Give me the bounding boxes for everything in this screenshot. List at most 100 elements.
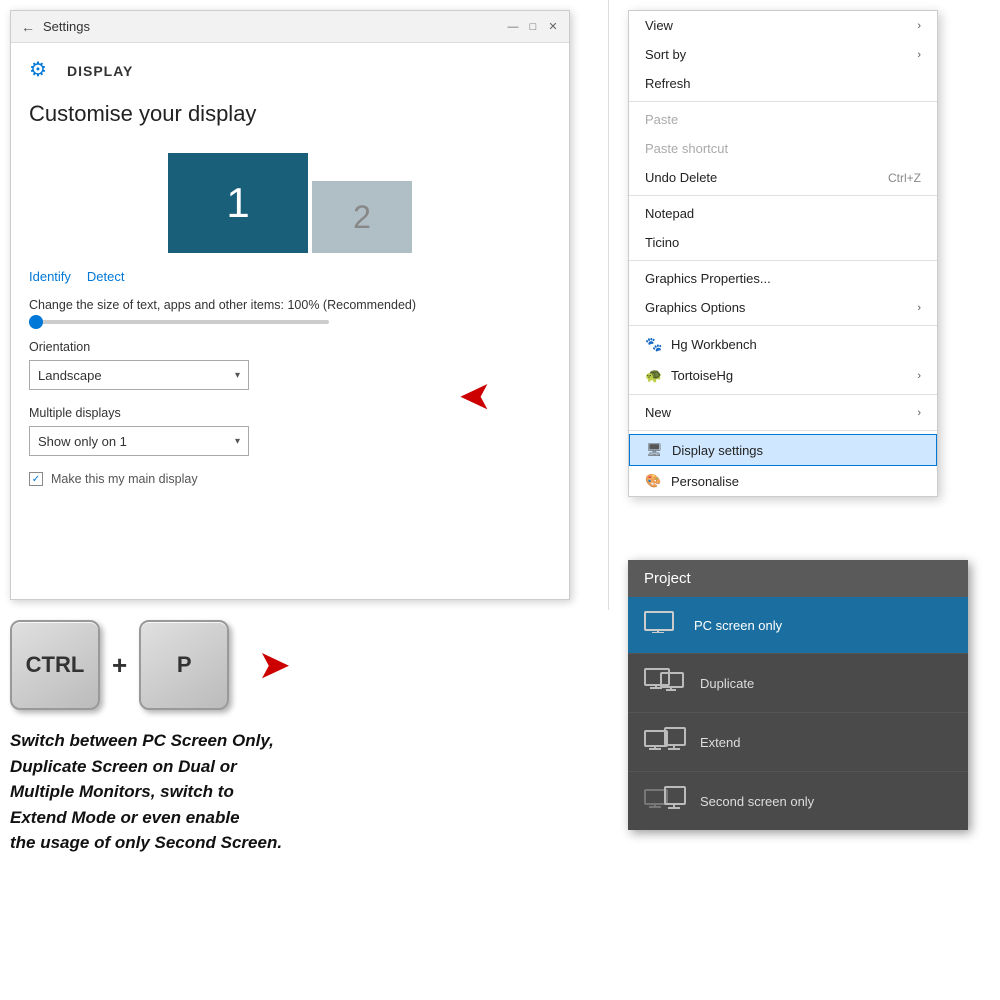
keyboard-section: CTRL + P ➤ Switch between PC Screen Only… xyxy=(10,620,570,856)
p-key-label: P xyxy=(177,652,192,678)
ctx-tortoise-left: 🐢 TortoiseHg xyxy=(645,367,733,384)
monitor-preview: 1 2 xyxy=(29,143,551,253)
close-button[interactable]: ✕ xyxy=(547,21,559,33)
project-item-duplicate[interactable]: Duplicate xyxy=(628,654,968,713)
ctx-sortby-left: Sort by xyxy=(645,47,686,62)
main-display-checkbox-row: ✓ Make this my main display xyxy=(29,472,551,486)
ctx-graphics-props-label: Graphics Properties... xyxy=(645,271,771,286)
display-header: ⚙ DISPLAY xyxy=(29,57,551,85)
orientation-dropdown[interactable]: Landscape ▾ xyxy=(29,360,249,390)
slider-track xyxy=(29,320,329,324)
second-only-label: Second screen only xyxy=(700,794,814,809)
main-display-checkbox[interactable]: ✓ xyxy=(29,472,43,486)
ctx-view-arrow: › xyxy=(917,20,921,32)
ctx-undo-shortcut: Ctrl+Z xyxy=(888,171,921,185)
context-menu-view[interactable]: View › xyxy=(629,11,937,40)
p-key[interactable]: P xyxy=(139,620,229,710)
ctx-sep-1 xyxy=(629,101,937,102)
maximize-button[interactable]: □ xyxy=(527,21,539,33)
plus-sign: + xyxy=(112,650,127,681)
red-arrow-left: ➤ xyxy=(460,375,490,417)
slider-thumb[interactable] xyxy=(29,315,43,329)
ctx-tortoise-label: TortoiseHg xyxy=(671,368,733,383)
text-size-slider[interactable] xyxy=(29,320,551,324)
orientation-dropdown-arrow: ▾ xyxy=(235,370,240,381)
ctx-new-arrow: › xyxy=(917,407,921,419)
context-menu-display-settings[interactable]: 🖥 Display settings xyxy=(629,434,937,466)
back-button[interactable]: ← xyxy=(21,19,35,35)
project-item-extend[interactable]: Extend xyxy=(628,713,968,772)
pc-only-label: PC screen only xyxy=(694,618,782,633)
second-only-icon xyxy=(644,786,686,816)
ctx-refresh-label: Refresh xyxy=(645,76,691,91)
project-item-second-only[interactable]: Second screen only xyxy=(628,772,968,830)
ctrl-key[interactable]: CTRL xyxy=(10,620,100,710)
monitor-2[interactable]: 2 xyxy=(312,181,412,253)
identify-link[interactable]: Identify xyxy=(29,269,71,284)
context-menu-paste-shortcut: Paste shortcut xyxy=(629,134,937,163)
monitor-1[interactable]: 1 xyxy=(168,153,308,253)
context-menu-ticino[interactable]: Ticino xyxy=(629,228,937,257)
context-menu-paste: Paste xyxy=(629,105,937,134)
ctx-personalise-label: Personalise xyxy=(671,474,739,489)
vertical-divider xyxy=(608,0,609,610)
multiple-displays-dropdown[interactable]: Show only on 1 ▾ xyxy=(29,426,249,456)
ctx-display-label: Display settings xyxy=(672,443,763,458)
context-menu-graphics-properties[interactable]: Graphics Properties... xyxy=(629,264,937,293)
personalise-icon: 🎨 xyxy=(645,473,665,489)
ctx-view-label: View xyxy=(645,18,673,33)
keys-row: CTRL + P ➤ xyxy=(10,620,570,710)
context-menu-refresh[interactable]: Refresh xyxy=(629,69,937,98)
multiple-displays-value: Show only on 1 xyxy=(38,434,127,449)
ctx-paste-label: Paste xyxy=(645,112,678,127)
ctx-notepad-label: Notepad xyxy=(645,206,694,221)
context-menu-new[interactable]: New › xyxy=(629,398,937,427)
ctx-hg-left: 🐾 Hg Workbench xyxy=(645,336,757,353)
ctx-sep-5 xyxy=(629,394,937,395)
extend-label: Extend xyxy=(700,735,740,750)
ctx-tortoise-arrow: › xyxy=(917,370,921,382)
context-menu-sortby[interactable]: Sort by › xyxy=(629,40,937,69)
pc-only-icon xyxy=(644,611,680,639)
ctx-sortby-arrow: › xyxy=(917,49,921,61)
settings-body: ⚙ DISPLAY Customise your display 1 2 Ide… xyxy=(11,43,569,599)
title-bar: ← Settings — □ ✕ xyxy=(11,11,569,43)
extend-icon xyxy=(644,727,686,757)
ctx-sep-6 xyxy=(629,430,937,431)
ctx-ticino-label: Ticino xyxy=(645,235,679,250)
tortoise-icon: 🐢 xyxy=(645,367,665,384)
context-menu-hg-workbench[interactable]: 🐾 Hg Workbench xyxy=(629,329,937,360)
window-title: Settings xyxy=(43,19,507,34)
ctx-graphics-opts-label: Graphics Options xyxy=(645,300,745,315)
ctx-graphics-opts-arrow: › xyxy=(917,302,921,314)
ctx-new-label: New xyxy=(645,405,671,420)
window-controls: — □ ✕ xyxy=(507,21,559,33)
keyboard-description: Switch between PC Screen Only, Duplicate… xyxy=(10,728,570,856)
project-item-pc-only[interactable]: PC screen only xyxy=(628,597,968,654)
orientation-value: Landscape xyxy=(38,368,102,383)
ctx-sep-2 xyxy=(629,195,937,196)
context-menu: View › Sort by › Refresh Paste Paste sho… xyxy=(628,10,938,497)
red-arrow-right: ➤ xyxy=(259,644,289,685)
minimize-button[interactable]: — xyxy=(507,21,519,33)
red-arrow-right-container: ➤ xyxy=(259,644,289,686)
detect-link[interactable]: Detect xyxy=(87,269,125,284)
context-menu-graphics-options[interactable]: Graphics Options › xyxy=(629,293,937,322)
display-settings-icon: 🖥 xyxy=(646,442,666,458)
context-menu-tortoisehg[interactable]: 🐢 TortoiseHg › xyxy=(629,360,937,391)
project-panel: Project PC screen only Duplicate xyxy=(628,560,968,830)
ctx-personalise-left: 🎨 Personalise xyxy=(645,473,739,489)
customise-heading: Customise your display xyxy=(29,101,551,127)
multiple-displays-arrow: ▾ xyxy=(235,436,240,447)
ctx-display-left: 🖥 Display settings xyxy=(646,442,763,458)
text-size-label: Change the size of text, apps and other … xyxy=(29,298,551,312)
context-menu-personalise[interactable]: 🎨 Personalise xyxy=(629,466,937,496)
monitor-2-label: 2 xyxy=(353,199,371,236)
hg-icon: 🐾 xyxy=(645,336,665,353)
context-menu-undo-delete[interactable]: Undo Delete Ctrl+Z xyxy=(629,163,937,192)
ctx-sep-4 xyxy=(629,325,937,326)
context-menu-notepad[interactable]: Notepad xyxy=(629,199,937,228)
gear-icon: ⚙ xyxy=(29,57,57,85)
display-title: DISPLAY xyxy=(67,63,133,79)
ctx-view-left: View xyxy=(645,18,673,33)
